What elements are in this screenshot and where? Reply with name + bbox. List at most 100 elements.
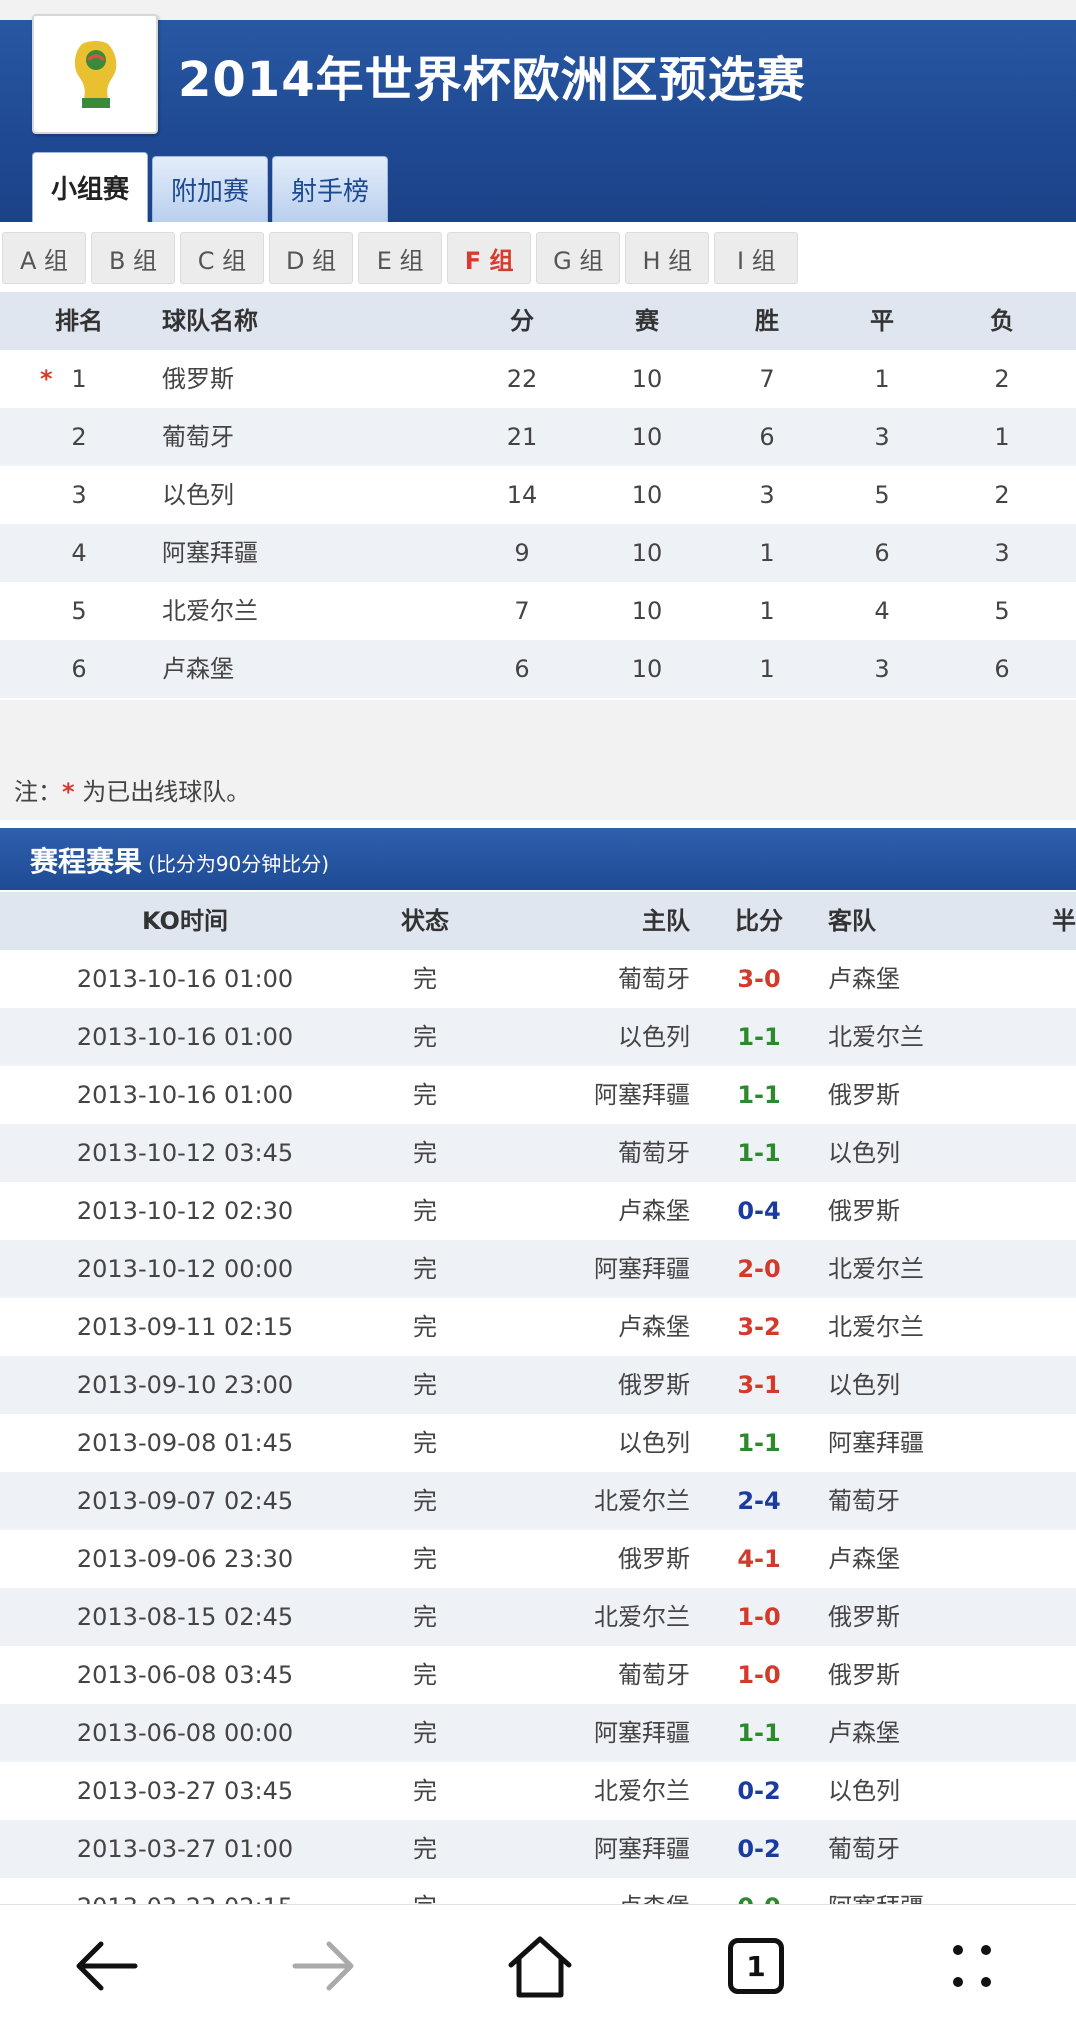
group-f-button[interactable]: F 组 xyxy=(447,232,532,284)
match-row[interactable]: 2013-03-23 02:15完卢森堡 0-0 阿塞拜疆 xyxy=(0,1878,1076,1904)
team-cell[interactable]: 阿塞拜疆 xyxy=(162,524,462,582)
score-cell[interactable]: 1-1 xyxy=(700,1414,818,1472)
home-team-cell[interactable]: 葡萄牙 xyxy=(480,1646,690,1704)
score-cell[interactable]: 0-4 xyxy=(700,1182,818,1240)
away-team-cell[interactable]: 以色列 xyxy=(828,1762,1028,1820)
match-row[interactable]: 2013-10-16 01:00 完 阿塞拜疆 1-1 俄罗斯 xyxy=(0,1066,1076,1124)
home-team-cell[interactable]: 以色列 xyxy=(480,1414,690,1472)
match-row[interactable]: 2013-09-10 23:00 完 俄罗斯 3-1 以色列 xyxy=(0,1356,1076,1414)
away-team-cell[interactable]: 以色列 xyxy=(828,1124,1028,1182)
group-b-button[interactable]: B 组 xyxy=(91,232,175,284)
home-team-cell[interactable]: 北爱尔兰 xyxy=(480,1762,690,1820)
match-row[interactable]: 2013-10-12 03:45 完 葡萄牙 1-1 以色列 xyxy=(0,1124,1076,1182)
away-team-cell[interactable]: 卢森堡 xyxy=(828,1704,1028,1762)
away-team-cell[interactable]: 俄罗斯 xyxy=(828,1588,1028,1646)
home-team-cell[interactable]: 俄罗斯 xyxy=(480,1530,690,1588)
draws-cell: 5 xyxy=(874,481,890,509)
score-cell[interactable]: 2-4 xyxy=(700,1472,818,1530)
match-row[interactable]: 2013-10-16 01:00 完 葡萄牙 3-0 卢森堡 xyxy=(0,950,1076,1008)
standings-header-row: 排名 球队名称 分 赛 胜 平 负 xyxy=(0,292,1076,350)
away-team-cell[interactable]: 俄罗斯 xyxy=(828,1182,1028,1240)
home-button[interactable] xyxy=(500,1931,580,2001)
team-cell[interactable]: 卢森堡 xyxy=(162,640,462,698)
match-row[interactable]: 2013-09-07 02:45 完 北爱尔兰 2-4 葡萄牙 xyxy=(0,1472,1076,1530)
away-team-cell[interactable]: 北爱尔兰 xyxy=(828,1240,1028,1298)
score-cell[interactable]: 1-1 xyxy=(700,1124,818,1182)
team-cell[interactable]: 以色列 xyxy=(162,466,462,524)
home-team-cell[interactable]: 卢森堡 xyxy=(480,1182,690,1240)
home-team-cell[interactable]: 阿塞拜疆 xyxy=(480,1240,690,1298)
draws-cell: 3 xyxy=(874,423,890,451)
group-a-button[interactable]: A 组 xyxy=(2,232,86,284)
away-team-cell[interactable]: 阿塞拜疆 xyxy=(828,1414,1028,1472)
home-team-cell[interactable]: 葡萄牙 xyxy=(480,950,690,1008)
back-button[interactable] xyxy=(66,1931,146,2001)
team-cell[interactable]: 葡萄牙 xyxy=(162,408,462,466)
score-cell[interactable]: 0-2 xyxy=(700,1820,818,1878)
home-team-cell[interactable]: 阿塞拜疆 xyxy=(480,1066,690,1124)
score-cell[interactable]: 3-2 xyxy=(700,1298,818,1356)
team-cell[interactable]: 北爱尔兰 xyxy=(162,582,462,640)
match-row[interactable]: 2013-10-12 00:00 完 阿塞拜疆 2-0 北爱尔兰 xyxy=(0,1240,1076,1298)
menu-button[interactable] xyxy=(932,1931,1012,2001)
tab-top-scorers[interactable]: 射手榜 xyxy=(272,156,389,222)
group-e-button[interactable]: E 组 xyxy=(358,232,443,284)
away-team-cell[interactable]: 葡萄牙 xyxy=(828,1820,1028,1878)
group-h-button[interactable]: H 组 xyxy=(625,232,710,284)
score-cell[interactable]: 1-1 xyxy=(700,1704,818,1762)
score-cell[interactable]: 4-1 xyxy=(700,1530,818,1588)
score-cell[interactable]: 2-0 xyxy=(700,1240,818,1298)
home-team-cell[interactable]: 卢森堡 xyxy=(480,1298,690,1356)
away-team-cell[interactable]: 卢森堡 xyxy=(828,1530,1028,1588)
home-team-cell[interactable]: 北爱尔兰 xyxy=(480,1588,690,1646)
score-cell[interactable]: 1-1 xyxy=(700,1008,818,1066)
away-team-cell[interactable]: 北爱尔兰 xyxy=(828,1298,1028,1356)
away-team-cell[interactable]: 葡萄牙 xyxy=(828,1472,1028,1530)
losses-cell: 1 xyxy=(994,423,1010,451)
match-row[interactable]: 2013-09-08 01:45 完 以色列 1-1 阿塞拜疆 xyxy=(0,1414,1076,1472)
score-cell[interactable]: 1-1 xyxy=(700,1066,818,1124)
score-cell[interactable]: 3-0 xyxy=(700,950,818,1008)
group-i-button[interactable]: I 组 xyxy=(714,232,799,284)
header-points: 分 xyxy=(510,307,534,335)
home-team-cell[interactable]: 阿塞拜疆 xyxy=(480,1820,690,1878)
match-row[interactable]: 2013-06-08 03:45 完 葡萄牙 1-0 俄罗斯 xyxy=(0,1646,1076,1704)
score-cell[interactable]: 0-0 xyxy=(700,1878,818,1904)
away-team-cell[interactable]: 俄罗斯 xyxy=(828,1066,1028,1124)
tab-playoffs[interactable]: 附加赛 xyxy=(152,156,269,222)
away-team-cell[interactable]: 俄罗斯 xyxy=(828,1646,1028,1704)
match-row[interactable]: 2013-09-06 23:30 完 俄罗斯 4-1 卢森堡 xyxy=(0,1530,1076,1588)
ko-time-cell: 2013-10-12 00:00 xyxy=(76,1255,294,1283)
match-row[interactable]: 2013-10-12 02:30 完 卢森堡 0-4 俄罗斯 xyxy=(0,1182,1076,1240)
header-played: 赛 xyxy=(635,307,659,335)
match-row[interactable]: 2013-08-15 02:45 完 北爱尔兰 1-0 俄罗斯 xyxy=(0,1588,1076,1646)
tabs-button[interactable]: 1 xyxy=(716,1931,796,2001)
group-c-button[interactable]: C 组 xyxy=(180,232,264,284)
match-row[interactable]: 2013-10-16 01:00 完 以色列 1-1 北爱尔兰 xyxy=(0,1008,1076,1066)
away-team-cell[interactable]: 以色列 xyxy=(828,1356,1028,1414)
home-team-cell[interactable]: 阿塞拜疆 xyxy=(480,1704,690,1762)
home-team-cell[interactable]: 以色列 xyxy=(480,1008,690,1066)
forward-button[interactable] xyxy=(284,1931,364,2001)
score-cell[interactable]: 1-0 xyxy=(700,1588,818,1646)
score-cell[interactable]: 1-0 xyxy=(700,1646,818,1704)
group-d-button[interactable]: D 组 xyxy=(269,232,354,284)
home-team-cell[interactable]: 北爱尔兰 xyxy=(480,1472,690,1530)
match-row[interactable]: 2013-06-08 00:00 完 阿塞拜疆 1-1 卢森堡 xyxy=(0,1704,1076,1762)
home-team-cell[interactable]: 卢森堡 xyxy=(480,1878,690,1904)
tab-group-stage[interactable]: 小组赛 xyxy=(32,152,149,222)
match-row[interactable]: 2013-03-27 03:45 完 北爱尔兰 0-2 以色列 xyxy=(0,1762,1076,1820)
away-team-cell[interactable]: 阿塞拜疆 xyxy=(828,1878,1028,1904)
team-cell[interactable]: 俄罗斯 xyxy=(162,350,462,408)
losses-cell: 6 xyxy=(994,655,1010,683)
match-row[interactable]: 2013-03-27 01:00 完 阿塞拜疆 0-2 葡萄牙 xyxy=(0,1820,1076,1878)
home-team-cell[interactable]: 俄罗斯 xyxy=(480,1356,690,1414)
score-cell[interactable]: 0-2 xyxy=(700,1762,818,1820)
match-row[interactable]: 2013-09-11 02:15 完 卢森堡 3-2 北爱尔兰 xyxy=(0,1298,1076,1356)
away-team-cell[interactable]: 北爱尔兰 xyxy=(828,1008,1028,1066)
away-team-cell[interactable]: 卢森堡 xyxy=(828,950,1028,1008)
group-g-button[interactable]: G 组 xyxy=(536,232,621,284)
played-cell: 10 xyxy=(631,539,663,567)
home-team-cell[interactable]: 葡萄牙 xyxy=(480,1124,690,1182)
score-cell[interactable]: 3-1 xyxy=(700,1356,818,1414)
